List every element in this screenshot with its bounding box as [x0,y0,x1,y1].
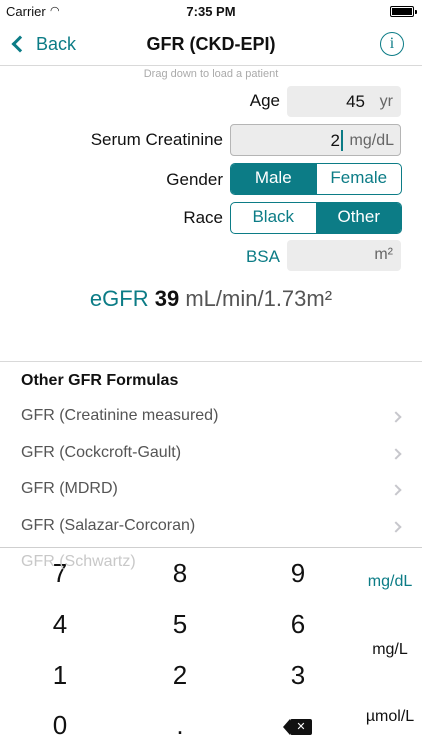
key-8[interactable]: 8 [120,548,240,598]
formula-row[interactable]: GFR (MDRD) [0,472,422,508]
race-segmented-control: Black Other [230,202,402,234]
chevron-right-icon [390,484,402,496]
key-5[interactable]: 5 [120,599,240,649]
delete-key[interactable] [238,700,358,750]
age-label: Age [249,91,280,110]
age-unit: yr [379,93,393,110]
formula-row[interactable]: GFR (Cockcroft-Gault) [0,436,422,472]
formula-label: GFR (Cockcroft-Gault) [21,444,182,461]
gender-option-male[interactable]: Male [231,164,316,194]
unit-key-mg-l[interactable]: mg/L [358,641,422,659]
key-6[interactable]: 6 [238,599,358,649]
battery-icon [390,6,417,17]
egfr-value: 39 [154,286,180,311]
chevron-right-icon [390,411,402,423]
chevron-right-icon [390,448,402,460]
egfr-unit: mL/min/1.73m² [185,286,333,311]
bsa-field[interactable]: m² [287,240,401,271]
formula-label: GFR (MDRD) [21,480,118,497]
numeric-keypad: 7 8 9 4 5 6 1 2 3 0 . mg/dL mg/L µmol/L [0,547,422,750]
key-3[interactable]: 3 [238,650,358,700]
key-4[interactable]: 4 [0,599,120,649]
key-7[interactable]: 7 [0,548,120,598]
age-value: 45 [346,92,365,111]
egfr-result: eGFR 39 mL/min/1.73m² [0,286,422,312]
gender-option-female[interactable]: Female [315,164,402,194]
race-label: Race [183,208,223,227]
gender-label: Gender [166,170,223,189]
egfr-label: eGFR [89,286,149,311]
formula-row[interactable]: GFR (Salazar-Corcoran) [0,509,422,545]
creatinine-unit: mg/dL [349,132,394,149]
backspace-icon [283,719,312,736]
race-option-black[interactable]: Black [231,203,316,233]
gender-segmented-control: Male Female [230,163,402,195]
nav-bar: Back GFR (CKD-EPI) i [0,22,422,66]
other-formulas-title: Other GFR Formulas [21,372,179,389]
page-title: GFR (CKD-EPI) [146,34,276,54]
creatinine-value: 2 [330,131,340,150]
race-option-other[interactable]: Other [315,203,401,233]
info-icon[interactable]: i [380,32,404,56]
bsa-unit: m² [374,246,393,263]
chevron-right-icon [390,521,402,533]
pull-hint: Drag down to load a patient [143,68,279,80]
creatinine-label: Serum Creatinine [90,130,223,149]
unit-key-mg-dl[interactable]: mg/dL [358,573,422,591]
unit-key-umol-l[interactable]: µmol/L [358,708,422,726]
status-time: 7:35 PM [186,4,236,19]
key-1[interactable]: 1 [0,650,120,700]
formula-row[interactable]: GFR (Creatinine measured) [0,399,422,435]
key-9[interactable]: 9 [238,548,358,598]
formula-label: GFR (Creatinine measured) [21,407,219,424]
formula-label: GFR (Salazar-Corcoran) [21,517,196,534]
text-cursor [341,130,343,151]
age-field[interactable]: 45 yr [287,86,401,117]
status-bar: Carrier ◠ 7:35 PM [0,0,422,22]
key-2[interactable]: 2 [120,650,240,700]
key-decimal[interactable]: . [120,700,240,750]
creatinine-field[interactable]: 2 mg/dL [230,124,401,156]
section-divider [0,361,422,362]
key-0[interactable]: 0 [0,700,120,750]
bsa-label[interactable]: BSA [200,247,280,267]
